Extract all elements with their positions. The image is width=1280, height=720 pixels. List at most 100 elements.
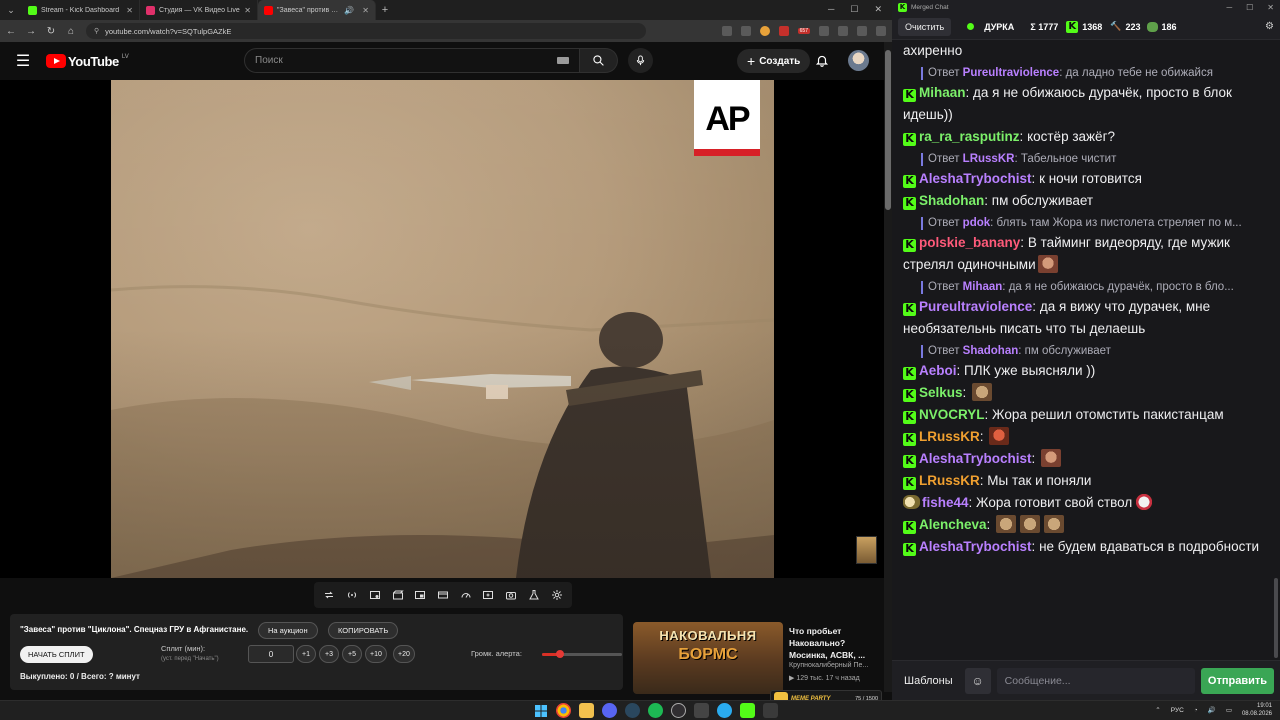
zoom-icon[interactable] — [721, 26, 732, 36]
youtube-logo[interactable]: YouTube LV — [46, 54, 129, 69]
screenshot-camera-icon[interactable] — [504, 588, 518, 602]
tab-search-icon[interactable]: ⌄ — [0, 0, 22, 20]
extensions-puzzle-icon[interactable] — [819, 26, 829, 36]
video-player[interactable]: AP — [0, 80, 884, 578]
tab-kick-dashboard[interactable]: Stream - Kick Dashboard ✕ — [22, 0, 140, 20]
chat-emote-icon[interactable] — [1134, 493, 1155, 511]
increment-plus-5-button[interactable]: +5 — [342, 645, 362, 663]
tab-vk-studio[interactable]: Студия — VK Видео Live ✕ — [140, 0, 258, 20]
guide-menu-icon[interactable]: ☰ — [0, 51, 46, 71]
close-window-icon[interactable]: ✕ — [874, 4, 882, 15]
chat-username[interactable]: fishe44 — [922, 495, 969, 510]
reply-username[interactable]: Mihaan — [963, 281, 1003, 293]
recommended-video-channel[interactable]: Крупнокалиберный Пе... — [789, 662, 868, 669]
home-icon[interactable]: ⌂ — [66, 26, 76, 37]
chat-settings-gear-icon[interactable]: ⚙ — [1265, 21, 1274, 32]
chat-emote-icon[interactable] — [996, 515, 1017, 533]
search-button[interactable] — [580, 48, 618, 73]
chat-reply-context[interactable]: Ответ Pureultraviolence: да ладно тебе н… — [903, 65, 1262, 82]
chat-emote-icon[interactable] — [1037, 255, 1058, 273]
clapper-icon[interactable] — [391, 588, 405, 602]
send-button[interactable]: Отправить — [1200, 667, 1274, 694]
split-minutes-input[interactable]: 0 — [248, 645, 294, 663]
close-tab-icon[interactable]: ✕ — [244, 6, 251, 15]
chat-emote-icon[interactable] — [1044, 515, 1065, 533]
cinema-mode-icon[interactable] — [436, 588, 450, 602]
steam-icon[interactable] — [625, 703, 640, 718]
reply-username[interactable]: Shadohan — [963, 345, 1019, 357]
chat-username[interactable]: AleshaTrybochist — [919, 539, 1032, 554]
search-input[interactable]: Поиск — [244, 48, 580, 73]
chat-reply-context[interactable]: Ответ Shadohan: пм обслуживает — [903, 343, 1262, 360]
close-tab-icon[interactable]: ✕ — [362, 6, 369, 15]
new-tab-button[interactable]: + — [376, 4, 394, 16]
speed-gauge-icon[interactable] — [459, 588, 473, 602]
spotify-icon[interactable] — [648, 703, 663, 718]
increment-plus-1-button[interactable]: +1 — [296, 645, 316, 663]
gear-icon[interactable] — [550, 588, 564, 602]
account-avatar[interactable] — [848, 50, 869, 71]
site-info-icon[interactable]: ⚲ — [94, 27, 99, 35]
chat-username[interactable]: ra_ra_rasputinz — [919, 129, 1020, 144]
alert-volume-slider[interactable] — [542, 650, 622, 658]
chat-reply-context[interactable]: Ответ LRussKR: Табельное чистит — [903, 151, 1262, 168]
minimize-icon[interactable]: ─ — [828, 4, 834, 15]
battery-icon[interactable]: ▭ — [1226, 706, 1232, 714]
emoji-picker-icon[interactable]: ☺ — [964, 667, 991, 694]
bookmark-star-icon[interactable] — [740, 26, 751, 36]
extension-icon[interactable] — [759, 26, 770, 36]
increment-plus-3-button[interactable]: +3 — [319, 645, 339, 663]
chat-username[interactable]: polskie_banany — [919, 235, 1020, 250]
clock[interactable]: 19:01 08.08.2026 — [1242, 702, 1272, 718]
download-icon[interactable] — [838, 26, 848, 36]
tab-youtube-video[interactable]: "Завеса" против "Циклона". Спецназ ГРУ в… — [258, 0, 376, 20]
discord-icon[interactable] — [602, 703, 617, 718]
chat-scrollbar[interactable] — [1274, 40, 1279, 660]
language-indicator[interactable]: РУС — [1171, 707, 1184, 714]
templates-button[interactable]: Шаблоны — [898, 668, 959, 694]
add-video-icon[interactable] — [481, 588, 495, 602]
chat-reply-context[interactable]: Ответ Mihaan: да я не обижаюсь дурачёк, … — [903, 279, 1262, 296]
copy-button[interactable]: КОПИРОВАТЬ — [328, 622, 399, 639]
app-icon[interactable] — [694, 703, 709, 718]
reply-username[interactable]: pdok — [963, 217, 990, 229]
chat-username[interactable]: Shadohan — [919, 193, 984, 208]
increment-plus-20-button[interactable]: +20 — [393, 645, 415, 663]
tab-audio-icon[interactable]: 🔊 — [344, 6, 354, 15]
notifications-bell-icon[interactable] — [815, 53, 829, 73]
keyboard-icon[interactable] — [557, 57, 569, 64]
playlist-settings-icon[interactable] — [368, 588, 382, 602]
volume-icon[interactable]: 🔊 — [1208, 706, 1216, 714]
chat-username[interactable]: LRussKR — [919, 429, 980, 444]
forward-icon[interactable]: → — [26, 26, 36, 37]
close-window-icon[interactable]: ✕ — [1267, 3, 1274, 12]
auction-button[interactable]: На аукцион — [258, 622, 318, 639]
page-scrollbar-thumb[interactable] — [885, 50, 891, 210]
network-icon[interactable]: ◔ — [1194, 707, 1198, 714]
recommended-video-thumbnail[interactable]: НАКОВАЛЬНЯ БОРМС — [633, 622, 783, 694]
kick-taskbar-icon[interactable] — [740, 703, 755, 718]
chat-reply-context[interactable]: Ответ pdok: блять там Жора из пистолета … — [903, 215, 1262, 232]
back-icon[interactable]: ← — [6, 26, 16, 37]
chat-username[interactable]: Mihaan — [919, 85, 966, 100]
start-split-button[interactable]: НАЧАТЬ СПЛИТ — [20, 646, 93, 663]
menu-icon[interactable] — [876, 26, 886, 36]
alert-volume-knob[interactable] — [555, 650, 564, 658]
video-frame[interactable]: AP — [111, 80, 774, 578]
chat-emote-icon[interactable] — [1041, 449, 1062, 467]
chat-emote-icon[interactable] — [989, 427, 1010, 445]
chat-username[interactable]: NVOCRYL — [919, 407, 985, 422]
reply-username[interactable]: Pureultraviolence — [963, 67, 1060, 79]
chat-username[interactable]: LRussKR — [919, 473, 980, 488]
url-field[interactable]: ⚲ youtube.com/watch?v=SQTulpGAZkE — [86, 23, 646, 39]
chat-username[interactable]: Pureultraviolence — [919, 299, 1032, 314]
explorer-folder-icon[interactable] — [579, 703, 594, 718]
maximize-icon[interactable]: ☐ — [1246, 3, 1253, 12]
adblock-icon[interactable] — [778, 26, 789, 36]
maximize-icon[interactable]: ☐ — [850, 4, 858, 15]
minimize-icon[interactable]: ─ — [1226, 3, 1232, 12]
chat-username[interactable]: Selkus — [919, 385, 963, 400]
loop-icon[interactable] — [322, 588, 336, 602]
reply-username[interactable]: LRussKR — [963, 153, 1015, 165]
tray-chevron-icon[interactable]: ⌃ — [1155, 706, 1160, 714]
